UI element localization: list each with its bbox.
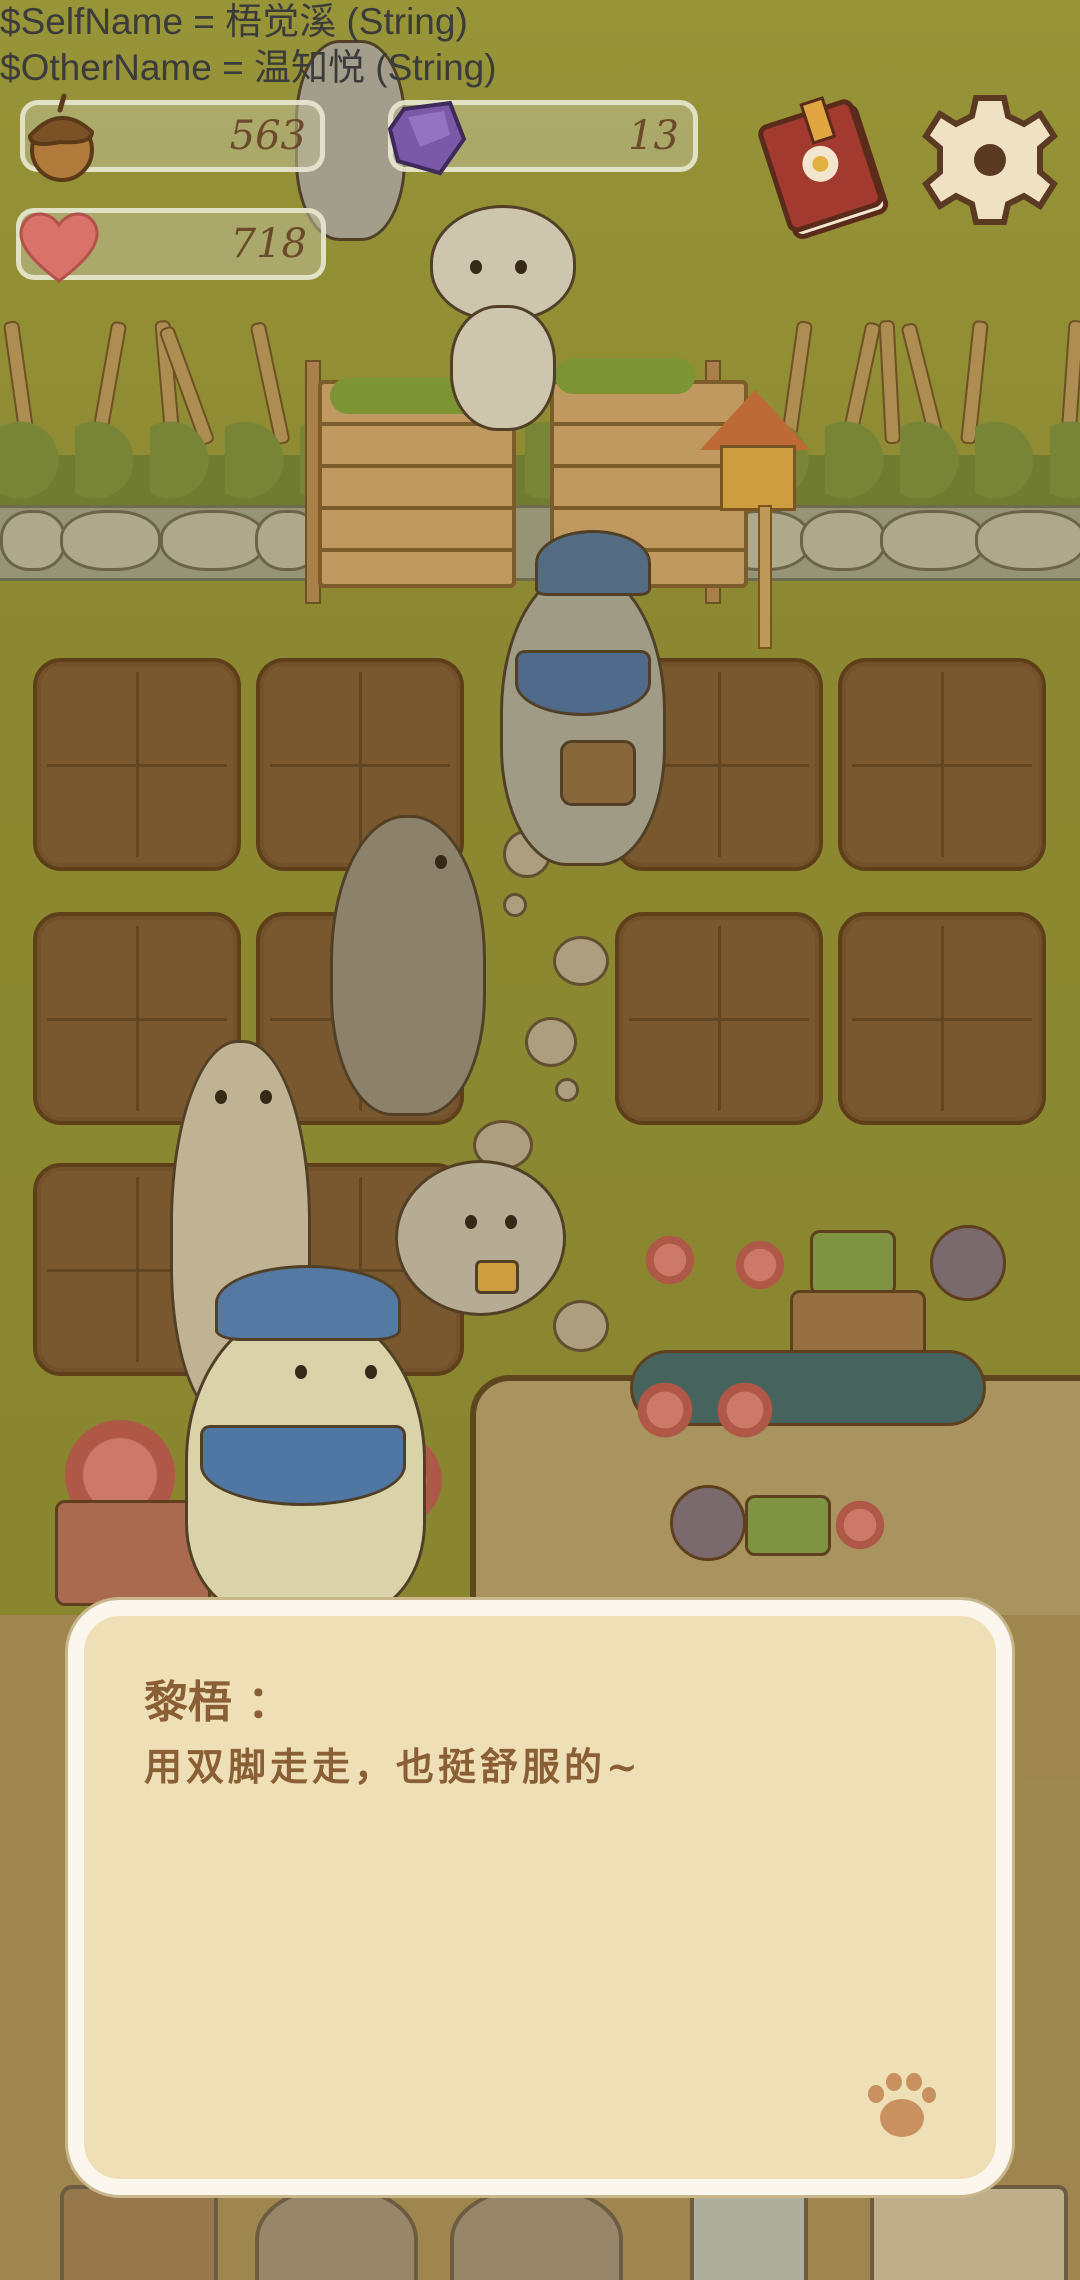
flower-bouquet[interactable] <box>630 1225 710 1295</box>
mailbox-birdhouse[interactable] <box>720 445 796 511</box>
dialog-text: 用双脚走走，也挺舒服的~ <box>144 1744 642 1789</box>
pebble <box>553 936 609 986</box>
debug-self-name: $SelfName = 梧觉溪 (String) <box>0 1 468 42</box>
dialog-box[interactable]: 黎梧 ： 用双脚走走，也挺舒服的~ <box>68 1600 1012 2195</box>
succulent-pot[interactable] <box>745 1495 831 1556</box>
succulent-pot[interactable] <box>810 1230 896 1296</box>
journal-button[interactable] <box>752 96 902 240</box>
paw-icon[interactable] <box>866 2073 936 2139</box>
heart-icon <box>14 205 104 287</box>
purple-gem-icon <box>384 95 470 181</box>
settings-button[interactable] <box>920 86 1060 234</box>
acorn-count: 563 <box>229 113 306 159</box>
otter-character[interactable] <box>325 815 486 1116</box>
birdhouse-roof <box>700 390 810 450</box>
stone <box>0 510 66 571</box>
birdhouse-pole <box>758 505 772 649</box>
farm-plot[interactable] <box>838 912 1046 1125</box>
acorn-icon <box>14 92 106 184</box>
flower-bouquet[interactable] <box>820 1490 900 1560</box>
dialog-speaker-name: 黎梧 ： <box>144 1677 292 1728</box>
nav-book-button[interactable] <box>690 2185 808 2280</box>
flower-bouquet[interactable] <box>720 1230 800 1300</box>
flower-bouquet[interactable] <box>620 1370 710 1450</box>
stone <box>160 510 266 571</box>
pebble <box>555 1078 579 1102</box>
book-icon <box>758 96 889 240</box>
nav-gate-button[interactable] <box>60 2185 218 2280</box>
gear-icon <box>922 95 1058 225</box>
farm-plot[interactable] <box>838 658 1046 871</box>
cat-character[interactable] <box>420 205 580 431</box>
flower-bouquet[interactable] <box>700 1370 790 1450</box>
pebble <box>525 1017 577 1067</box>
debug-other-name: $OtherName = 温知悦 (String) <box>0 47 497 88</box>
stone <box>880 510 986 571</box>
leaf-pot[interactable] <box>930 1225 1006 1301</box>
pebble <box>503 893 527 917</box>
heart-count: 718 <box>230 221 307 267</box>
farm-plot[interactable] <box>615 912 823 1125</box>
stone <box>975 510 1080 571</box>
stone <box>60 510 161 571</box>
speaking-pigeon-portrait <box>175 1265 430 1616</box>
nav-map-button[interactable] <box>870 2185 1068 2280</box>
pigeon-mail-carrier-character[interactable] <box>480 530 700 870</box>
stone <box>800 510 886 571</box>
leaf-pot[interactable] <box>670 1485 746 1561</box>
farm-plot[interactable] <box>33 658 241 871</box>
gem-count: 13 <box>628 113 679 159</box>
